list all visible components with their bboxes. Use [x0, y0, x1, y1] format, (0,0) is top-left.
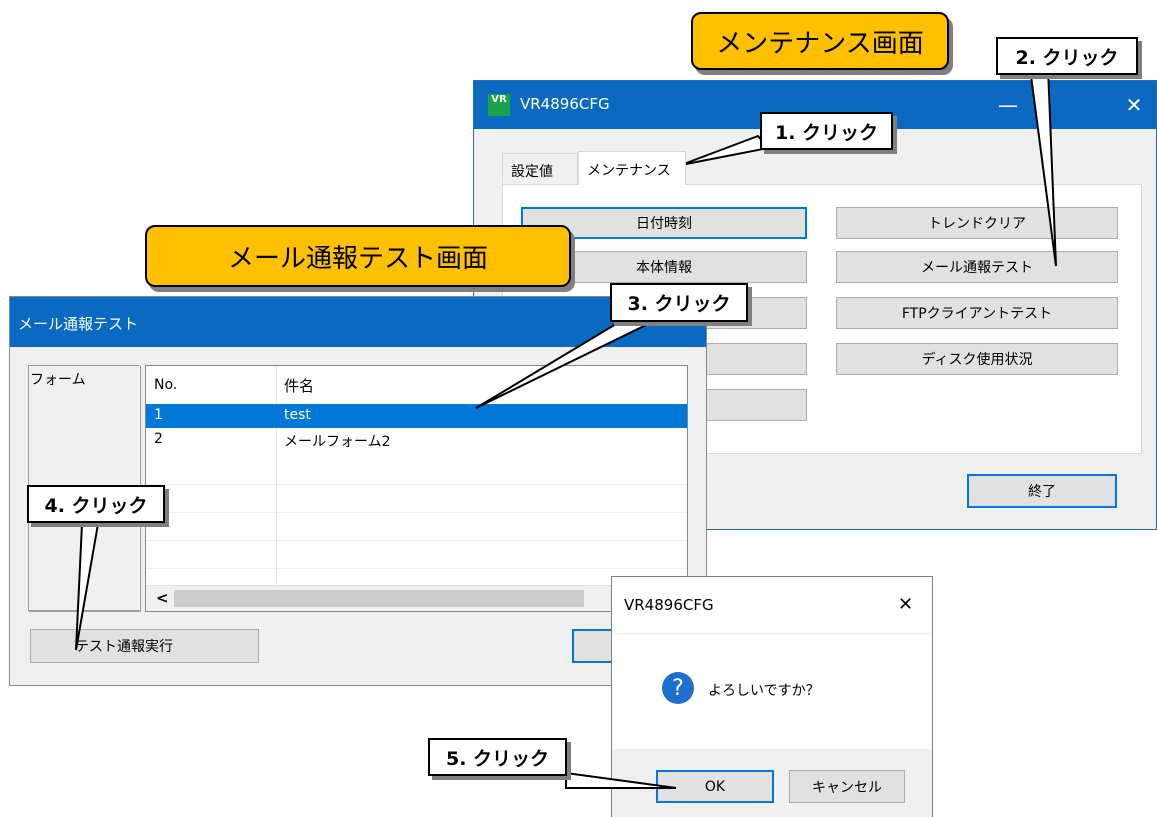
column-subject: 件名: [284, 377, 315, 395]
callout-step3-text: 3. クリック: [627, 293, 731, 315]
run-test-notification-label: テスト通報実行: [75, 639, 173, 655]
mail-test-button[interactable]: メール通報テスト: [836, 251, 1118, 283]
scroll-left-arrow-icon[interactable]: <: [156, 589, 169, 607]
mail-test-button-label: メール通報テスト: [921, 260, 1033, 276]
table-row[interactable]: 2 メールフォーム2: [146, 428, 687, 452]
row-subject: メールフォーム2: [284, 434, 391, 450]
ftp-client-test-button[interactable]: FTPクライアントテスト: [836, 297, 1118, 329]
table-header: No. 件名: [146, 370, 687, 400]
close-icon[interactable]: ✕: [898, 594, 913, 615]
callout-step1: 1. クリック: [760, 112, 893, 150]
close-icon[interactable]: ✕: [1110, 81, 1157, 129]
row-divider: [146, 512, 687, 513]
minimize-icon[interactable]: —: [984, 81, 1032, 129]
tab-maintenance[interactable]: メンテナンス: [578, 151, 686, 185]
mail-test-screen-label: メール通報テスト画面: [145, 225, 571, 287]
table-row[interactable]: 1 test: [146, 404, 687, 428]
disk-usage-button-label: ディスク使用状況: [921, 352, 1033, 368]
disk-usage-button[interactable]: ディスク使用状況: [836, 343, 1118, 375]
confirm-message: よろしいですか？: [708, 683, 820, 699]
maintenance-screen-label: メンテナンス画面: [691, 12, 949, 70]
form-group-label: フォーム: [30, 369, 86, 389]
mail-form-list[interactable]: No. 件名 1 test 2 メールフォーム2 <: [145, 365, 688, 612]
app-icon: VR: [488, 94, 510, 116]
callout-step5: 5. クリック: [428, 738, 567, 776]
callout-step4-text: 4. クリック: [44, 494, 148, 517]
tab-settings-label: 設定値: [511, 164, 553, 180]
row-divider: [146, 484, 687, 485]
ok-button-label: OK: [704, 778, 726, 795]
ok-button[interactable]: OK: [656, 770, 774, 803]
confirm-titlebar: VR4896CFG ✕: [612, 577, 932, 634]
row-no: 2: [154, 431, 163, 447]
device-info-button-label: 本体情報: [636, 260, 692, 276]
app-icon-text: VR: [491, 94, 507, 105]
cancel-button[interactable]: キャンセル: [789, 770, 905, 803]
cancel-button-label: キャンセル: [812, 779, 882, 796]
callout-step2-text: 2. クリック: [1015, 46, 1119, 69]
ftp-client-test-button-label: FTPクライアントテスト: [901, 306, 1053, 322]
column-divider: [276, 366, 277, 593]
confirm-title: VR4896CFG: [624, 596, 714, 614]
callout-step5-text: 5. クリック: [445, 747, 550, 770]
run-test-notification-button[interactable]: テスト通報実行: [30, 629, 259, 663]
exit-button-label: 終了: [1028, 484, 1056, 500]
callout-step2: 2. クリック: [996, 37, 1138, 75]
question-glyph: ?: [672, 675, 684, 701]
row-subject: test: [284, 407, 311, 423]
horizontal-scrollbar[interactable]: <: [146, 585, 687, 611]
scrollbar-thumb[interactable]: [174, 590, 584, 607]
datetime-button-label: 日付時刻: [636, 216, 692, 232]
exit-button[interactable]: 終了: [967, 474, 1117, 508]
main-window-title: VR4896CFG: [520, 95, 610, 113]
row-divider: [146, 540, 687, 541]
maintenance-screen-label-text: メンテナンス画面: [716, 28, 924, 59]
mail-window-title: メール通報テスト: [18, 315, 139, 333]
mail-test-screen-label-text: メール通報テスト画面: [227, 243, 488, 274]
question-icon: ?: [662, 672, 694, 704]
callout-step4: 4. クリック: [27, 485, 165, 523]
column-no: No.: [154, 377, 178, 393]
tab-settings[interactable]: 設定値: [502, 153, 578, 183]
mail-titlebar: メール通報テスト: [10, 297, 706, 347]
confirm-dialog: VR4896CFG ✕ ? よろしいですか？ OK キャンセル: [611, 576, 933, 817]
callout-step3: 3. クリック: [610, 283, 748, 322]
trend-clear-button-label: トレンドクリア: [928, 216, 1026, 232]
trend-clear-button[interactable]: トレンドクリア: [836, 207, 1118, 239]
row-no: 1: [154, 407, 163, 423]
callout-step1-text: 1. クリック: [774, 121, 879, 144]
row-divider: [146, 568, 687, 569]
tab-maintenance-label: メンテナンス: [587, 163, 671, 179]
